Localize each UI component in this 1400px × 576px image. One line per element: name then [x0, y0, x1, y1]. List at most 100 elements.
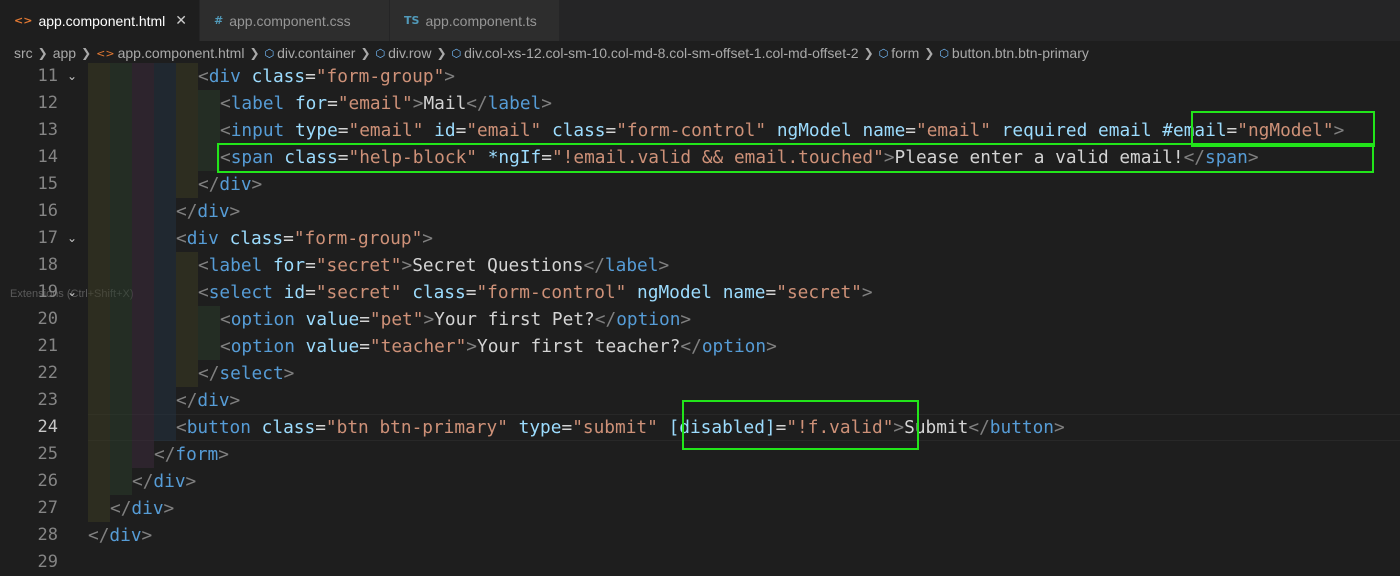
chevron-down-icon[interactable]: ⌄ — [67, 279, 77, 306]
indent-guide — [176, 90, 198, 117]
indent-guide — [88, 333, 110, 360]
code-text: </div> — [88, 522, 152, 549]
indent-guide — [154, 279, 176, 306]
code-token: div — [219, 174, 252, 195]
code-token: Secret Questions — [412, 255, 584, 276]
code-line[interactable]: 11 ⌄ <div class="form-group"> — [0, 63, 1400, 90]
code-token: class — [229, 228, 284, 249]
code-token: </ — [88, 525, 110, 546]
indent-guide — [154, 360, 176, 387]
indent-guide — [88, 198, 110, 225]
tab-app-component-ts[interactable]: TS app.component.ts — [390, 0, 560, 41]
code-line[interactable]: 29 — [0, 549, 1400, 576]
code-token: > — [466, 336, 477, 357]
line-number: 24 — [37, 417, 58, 437]
code-token: type — [294, 120, 338, 141]
code-line[interactable]: 20 <option value="pet">Your first Pet?</o… — [0, 306, 1400, 333]
code-token: email — [1098, 120, 1152, 141]
code-token: < — [176, 228, 187, 249]
close-icon[interactable]: ✕ — [175, 13, 187, 29]
line-number: 29 — [37, 552, 58, 572]
indent-guide — [110, 387, 132, 414]
indent-guide — [176, 171, 198, 198]
chevron-down-icon[interactable]: ⌄ — [67, 63, 77, 90]
breadcrumb-item[interactable]: ⬡ div.row — [376, 45, 432, 61]
line-number: 25 — [37, 444, 58, 464]
chevron-down-icon[interactable]: ⌄ — [67, 225, 77, 252]
code-token: id — [434, 120, 456, 141]
indent-guide — [132, 333, 154, 360]
code-token: for — [294, 93, 328, 114]
code-token: button — [186, 417, 251, 438]
breadcrumb-item[interactable]: ⬡ button.btn.btn-primary — [939, 45, 1089, 61]
code-line[interactable]: 15 </div> — [0, 171, 1400, 198]
code-token: > — [141, 525, 153, 546]
code-token: "submit" — [572, 417, 658, 438]
symbol-element-icon: ⬡ — [878, 46, 889, 60]
indent-guide — [176, 360, 198, 387]
symbol-element-icon: ⬡ — [451, 46, 462, 60]
code-text: <div class="form-group"> — [176, 225, 433, 252]
code-token: "pet" — [369, 309, 424, 330]
code-token: = — [765, 282, 777, 303]
code-line[interactable]: 12 <label for="email">Mail</label> — [0, 90, 1400, 117]
code-token: input — [230, 120, 285, 141]
indent-guide — [154, 198, 176, 225]
line-number: 14 — [37, 147, 58, 167]
indent-guide — [132, 117, 154, 144]
code-token: Your first Pet? — [434, 309, 595, 330]
code-text: <option value="pet">Your first Pet?</opt… — [220, 306, 691, 333]
breadcrumb-label: app.component.html — [117, 45, 245, 61]
code-token: div — [131, 498, 164, 519]
highlight-box-disabled-binding — [682, 400, 919, 450]
code-text: </div> — [198, 171, 262, 198]
code-token: > — [218, 444, 229, 465]
breadcrumb-item[interactable]: app — [53, 45, 76, 61]
code-token: = — [455, 120, 467, 141]
breadcrumb-item[interactable]: ⬡ form — [879, 45, 920, 61]
code-token: Mail — [423, 93, 467, 114]
code-token: = — [359, 336, 370, 357]
indent-guide — [132, 90, 154, 117]
breadcrumb-item[interactable]: ⬡ div.container — [265, 45, 356, 61]
indent-guide — [110, 360, 132, 387]
code-line[interactable]: 18 <label for="secret">Secret Questions</… — [0, 252, 1400, 279]
indent-guide — [110, 468, 132, 495]
code-line[interactable]: 21 <option value="teacher">Your first tea… — [0, 333, 1400, 360]
indent-guide — [88, 414, 110, 441]
code-token: label — [230, 93, 285, 114]
code-line[interactable]: 26 </div> — [0, 468, 1400, 495]
code-line[interactable]: 16 </div> — [0, 198, 1400, 225]
css-file-icon: # — [214, 14, 224, 27]
indent-guide — [110, 117, 132, 144]
code-token: name — [862, 120, 906, 141]
tab-app-component-html[interactable]: <> app.component.html ✕ — [0, 0, 200, 41]
code-line[interactable]: 27 </div> — [0, 495, 1400, 522]
line-number: 12 — [37, 93, 58, 113]
breadcrumb-item[interactable]: src — [14, 45, 33, 61]
code-token: = — [305, 255, 316, 276]
indent-guide — [154, 252, 176, 279]
indent-guide — [154, 225, 176, 252]
code-line[interactable]: 28 </div> — [0, 522, 1400, 549]
code-editor[interactable]: 11 ⌄ <div class="form-group"> 12 <label for=… — [0, 63, 1400, 572]
breadcrumb-item[interactable]: ⬡ div.col-xs-12.col-sm-10.col-md-8.col-sm… — [452, 45, 859, 61]
code-line[interactable]: 17 ⌄ <div class="form-group"> — [0, 225, 1400, 252]
tab-app-component-css[interactable]: # app.component.css — [200, 0, 390, 41]
indent-guide — [132, 414, 154, 441]
code-text: </div> — [132, 468, 196, 495]
indent-guide — [88, 468, 110, 495]
breadcrumb-item[interactable]: <> app.component.html — [96, 45, 244, 61]
code-line[interactable]: 22 </select> — [0, 360, 1400, 387]
code-line[interactable]: 13 <input type="email" id="email" class="… — [0, 117, 1400, 144]
code-line[interactable]: 19 ⌄ <select id="secret" class="form-contr… — [0, 279, 1400, 306]
code-token: </ — [132, 471, 154, 492]
